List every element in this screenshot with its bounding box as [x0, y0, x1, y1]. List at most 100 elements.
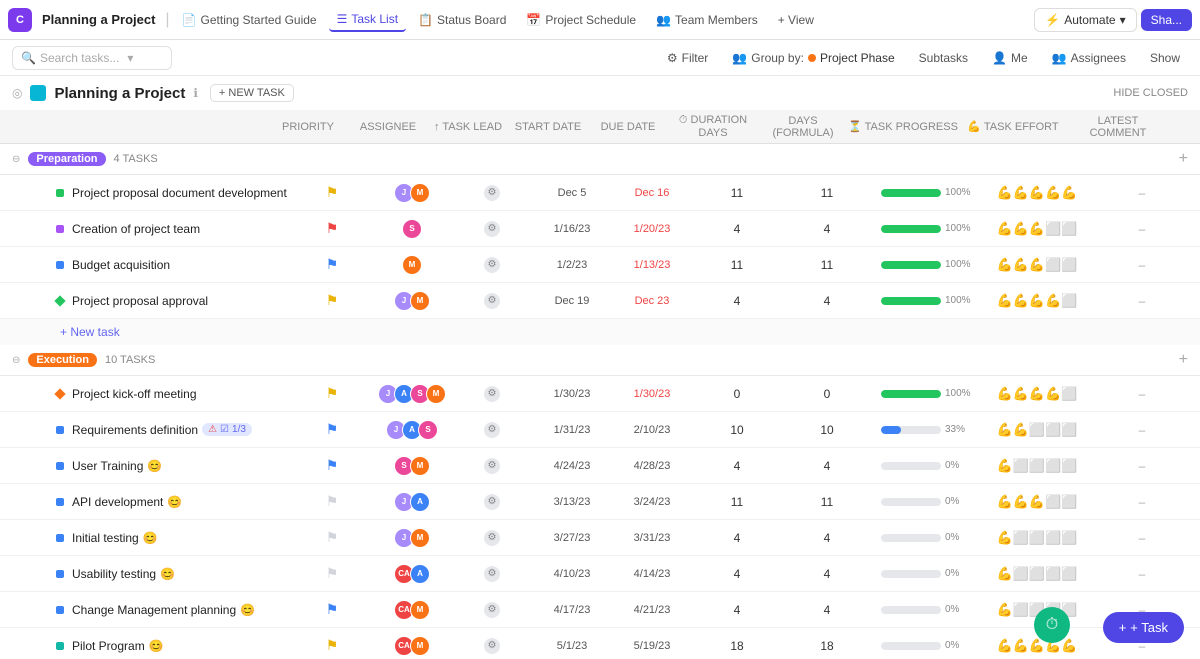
section-add-icon[interactable]: + [1179, 150, 1188, 168]
start-date: 5/1/23 [532, 640, 612, 652]
table-row[interactable]: Budget acquisition⚑M⚙1/2/231/13/23111110… [0, 247, 1200, 283]
add-task-button[interactable]: + + Task [1103, 612, 1184, 643]
show-button[interactable]: Show [1142, 48, 1188, 68]
gear-icon[interactable]: ⚙ [484, 386, 500, 402]
effort-value: 💪💪💪⬜⬜ [982, 494, 1092, 510]
progress-bar: 100% [872, 295, 982, 306]
task-emoji: 😊 [160, 567, 175, 581]
section-execution[interactable]: ⊖ Execution 10 TASKS + [0, 345, 1200, 376]
task-name: User Training😊 [64, 459, 292, 473]
table-row[interactable]: API development😊⚑JA⚙3/13/233/24/2311110%… [0, 484, 1200, 520]
duration-value: 0 [692, 387, 782, 401]
search-bar[interactable]: 🔍 Search tasks... ▾ [12, 46, 172, 70]
avatar: M [410, 600, 430, 620]
progress-bar: 0% [872, 460, 982, 471]
search-placeholder: Search tasks... [40, 51, 119, 65]
latest-comment: – [1092, 531, 1192, 545]
progress-bar: 0% [872, 496, 982, 507]
tab-task-list[interactable]: ☰ Task List [329, 8, 406, 32]
table-row[interactable]: Project proposal document development⚑JM… [0, 175, 1200, 211]
tab-status-board[interactable]: 📋 Status Board [410, 9, 514, 31]
table-row[interactable]: User Training😊⚑SM⚙4/24/234/28/23440%💪⬜⬜⬜… [0, 448, 1200, 484]
assignees-button[interactable]: 👥 Assignees [1044, 48, 1134, 68]
section-add-icon[interactable]: + [1179, 351, 1188, 369]
page-header: ◎ Planning a Project ℹ + NEW TASK HIDE C… [0, 76, 1200, 110]
tab-team-members[interactable]: 👥 Team Members [648, 9, 766, 31]
automate-button[interactable]: ⚡ Automate ▾ [1034, 8, 1136, 32]
progress-bar: 0% [872, 532, 982, 543]
start-date: 3/27/23 [532, 532, 612, 544]
avatar: S [402, 219, 422, 239]
task-emoji: 😊 [149, 639, 164, 653]
gear-icon[interactable]: ⚙ [484, 458, 500, 474]
section-preparation[interactable]: ⊖ Preparation 4 TASKS + [0, 144, 1200, 175]
avatar-stack: CAM [394, 600, 430, 620]
task-name: Budget acquisition [64, 258, 292, 272]
table-row[interactable]: Usability testing😊⚑CAA⚙4/10/234/14/23440… [0, 556, 1200, 592]
avatar-stack: SM [394, 456, 430, 476]
share-button[interactable]: Sha... [1141, 9, 1192, 31]
due-date: 1/30/23 [612, 388, 692, 400]
gear-icon[interactable]: ⚙ [484, 293, 500, 309]
effort-value: 💪⬜⬜⬜⬜ [982, 566, 1092, 582]
col-start-header: START DATE [508, 121, 588, 133]
avatar-stack: JM [394, 291, 430, 311]
gear-icon[interactable]: ⚙ [484, 494, 500, 510]
formula-value: 4 [782, 222, 872, 236]
progress-bar: 33% [872, 424, 982, 435]
duration-value: 11 [692, 258, 782, 272]
new-task-button[interactable]: + NEW TASK [210, 84, 294, 102]
table-row[interactable]: Project proposal approval⚑JM⚙Dec 19Dec 2… [0, 283, 1200, 319]
tab-label: Status Board [437, 13, 506, 27]
due-date: 1/20/23 [612, 223, 692, 235]
filter-button[interactable]: ⚙ Filter [659, 48, 716, 68]
due-date: Dec 16 [612, 187, 692, 199]
latest-comment: – [1092, 567, 1192, 581]
collapse-icon[interactable]: ◎ [12, 86, 22, 100]
col-assignee-header: ASSIGNEE [348, 121, 428, 133]
progress-bar: 100% [872, 223, 982, 234]
task-name: Project proposal approval [64, 294, 292, 308]
collapse-icon: ⊖ [12, 154, 20, 165]
table-row[interactable]: Project kick-off meeting⚑JASM⚙1/30/231/3… [0, 376, 1200, 412]
group-by-button[interactable]: 👥 Group by: Project Phase [724, 48, 902, 68]
gear-icon[interactable]: ⚙ [484, 530, 500, 546]
gear-icon[interactable]: ⚙ [484, 638, 500, 654]
priority-flag: ⚑ [326, 292, 339, 309]
table-row[interactable]: Requirements definition⚠☑ 1/3⚑JAS⚙1/31/2… [0, 412, 1200, 448]
table-row[interactable]: Initial testing😊⚑JM⚙3/27/233/31/23440%💪⬜… [0, 520, 1200, 556]
priority-flag: ⚑ [326, 421, 339, 438]
latest-comment: – [1092, 387, 1192, 401]
tab-add-view[interactable]: + View [770, 9, 822, 31]
task-color-indicator [56, 498, 64, 506]
avatar: M [410, 636, 430, 656]
prep-new-task[interactable]: + New task [0, 319, 1200, 345]
gear-icon[interactable]: ⚙ [484, 422, 500, 438]
table-row[interactable]: Creation of project team⚑S⚙1/16/231/20/2… [0, 211, 1200, 247]
gear-icon[interactable]: ⚙ [484, 602, 500, 618]
latest-comment: – [1092, 495, 1192, 509]
priority-flag: ⚑ [326, 493, 339, 510]
toolbar: 🔍 Search tasks... ▾ ⚙ Filter 👥 Group by:… [0, 40, 1200, 76]
gear-icon[interactable]: ⚙ [484, 221, 500, 237]
table-row[interactable]: Pilot Program😊⚑CAM⚙5/1/235/19/2318180%💪💪… [0, 628, 1200, 657]
hide-closed-button[interactable]: HIDE CLOSED [1113, 87, 1188, 99]
subtasks-button[interactable]: Subtasks [911, 48, 976, 68]
info-icon[interactable]: ℹ [193, 86, 198, 100]
tab-label: + View [778, 13, 814, 27]
gear-icon[interactable]: ⚙ [484, 566, 500, 582]
tab-label: Task List [351, 12, 398, 26]
tab-getting-started[interactable]: 📄 Getting Started Guide [174, 9, 325, 31]
gear-icon[interactable]: ⚙ [484, 185, 500, 201]
gear-icon[interactable]: ⚙ [484, 257, 500, 273]
priority-flag: ⚑ [326, 601, 339, 618]
col-priority-header: PRIORITY [268, 121, 348, 133]
avatar-stack: JM [394, 528, 430, 548]
me-button[interactable]: 👤 Me [984, 48, 1036, 68]
timer-button[interactable]: ⏱ [1034, 607, 1070, 643]
duration-value: 4 [692, 294, 782, 308]
page-title: Planning a Project [54, 85, 185, 102]
tab-project-schedule[interactable]: 📅 Project Schedule [518, 9, 644, 31]
progress-bar: 100% [872, 187, 982, 198]
table-row[interactable]: Change Management planning😊⚑CAM⚙4/17/234… [0, 592, 1200, 628]
